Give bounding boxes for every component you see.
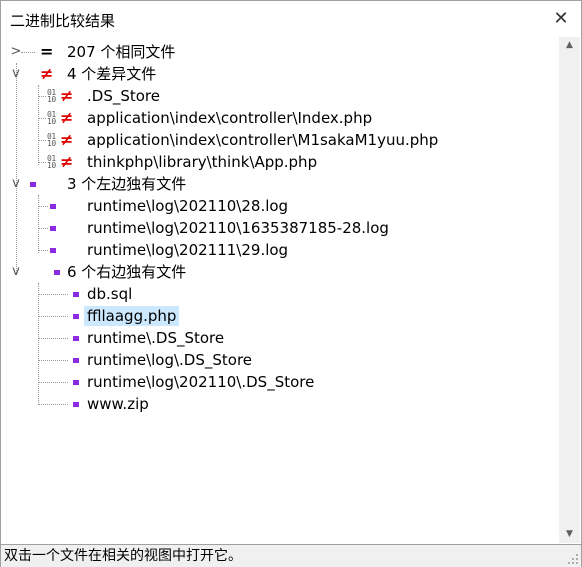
resize-grip-icon[interactable] <box>567 553 579 565</box>
list-item[interactable]: 01 10 ≠ thinkphp\library\think\App.php <box>2 151 559 173</box>
group-identical[interactable]: > = 207 个相同文件 <box>2 41 559 63</box>
right-only-marker-icon <box>73 314 79 319</box>
file-name: runtime\log\.DS_Store <box>87 351 253 369</box>
close-icon[interactable]: ✕ <box>547 6 575 32</box>
not-equal-icon: ≠ <box>60 130 74 149</box>
results-tree[interactable]: > = 207 个相同文件 v ≠ 4 个差异文件 01 10 ≠ .DS_Sto… <box>2 37 559 543</box>
file-name: thinkphp\library\think\App.php <box>87 153 318 171</box>
binary-file-icon: 01 10 <box>47 132 56 148</box>
right-only-marker-icon <box>73 380 79 385</box>
file-name: runtime\log\202110\1635387185-28.log <box>87 219 389 237</box>
list-item[interactable]: runtime\.DS_Store <box>2 327 559 349</box>
group-different[interactable]: v ≠ 4 个差异文件 <box>2 63 559 85</box>
file-name-selected: ffllaagg.php <box>84 306 180 326</box>
chevron-down-icon[interactable]: v <box>9 66 23 82</box>
list-item[interactable]: www.zip <box>2 393 559 415</box>
group-left-only[interactable]: v 3 个左边独有文件 <box>2 173 559 195</box>
list-item[interactable]: runtime\log\202110\1635387185-28.log <box>2 217 559 239</box>
list-item[interactable]: runtime\log\.DS_Store <box>2 349 559 371</box>
equal-icon: = <box>40 42 54 61</box>
chevron-down-icon[interactable]: v <box>9 264 23 280</box>
binary-file-icon: 01 10 <box>47 110 56 126</box>
binary-file-icon: 01 10 <box>47 154 56 170</box>
vertical-scrollbar[interactable]: ▲ ▼ <box>559 37 580 543</box>
left-only-marker-icon <box>30 182 36 187</box>
list-item[interactable]: db.sql <box>2 283 559 305</box>
group-label: 207 个相同文件 <box>67 43 176 61</box>
right-only-marker-icon <box>73 358 79 363</box>
file-name: application\index\controller\Index.php <box>87 109 373 127</box>
titlebar: 二进制比较结果 ✕ <box>1 1 581 37</box>
group-label: 3 个左边独有文件 <box>67 175 187 193</box>
status-bar: 双击一个文件在相关的视图中打开它。 <box>1 544 581 567</box>
chevron-right-icon[interactable]: > <box>9 44 23 60</box>
file-name: runtime\log\202111\29.log <box>87 241 289 259</box>
list-item[interactable]: 01 10 ≠ application\index\controller\Inde… <box>2 107 559 129</box>
file-name: .DS_Store <box>87 87 160 105</box>
not-equal-icon: ≠ <box>60 86 74 105</box>
scroll-up-icon[interactable]: ▲ <box>559 37 580 54</box>
file-name: runtime\log\202110\28.log <box>87 197 289 215</box>
binary-compare-window: 二进制比较结果 ✕ > = 207 个相同文件 v ≠ 4 个差异文件 01 1… <box>0 0 582 567</box>
file-name: db.sql <box>87 285 133 303</box>
file-name: runtime\.DS_Store <box>87 329 225 347</box>
group-label: 6 个右边独有文件 <box>67 263 187 281</box>
not-equal-icon: ≠ <box>60 108 74 127</box>
not-equal-icon: ≠ <box>60 152 74 171</box>
right-only-marker-icon <box>54 270 60 275</box>
scroll-down-icon[interactable]: ▼ <box>559 526 580 543</box>
right-only-marker-icon <box>73 402 79 407</box>
group-label: 4 个差异文件 <box>67 65 157 83</box>
list-item[interactable]: runtime\log\202111\29.log <box>2 239 559 261</box>
file-name: runtime\log\202110\.DS_Store <box>87 373 315 391</box>
left-only-marker-icon <box>50 248 56 253</box>
group-right-only[interactable]: v 6 个右边独有文件 <box>2 261 559 283</box>
list-item[interactable]: 01 10 ≠ .DS_Store <box>2 85 559 107</box>
list-item[interactable]: ffllaagg.php <box>2 305 559 327</box>
file-name: www.zip <box>87 395 149 413</box>
file-name: application\index\controller\M1sakaM1yuu… <box>87 131 439 149</box>
left-only-marker-icon <box>50 226 56 231</box>
window-title: 二进制比较结果 <box>10 12 116 30</box>
list-item[interactable]: runtime\log\202110\28.log <box>2 195 559 217</box>
right-only-marker-icon <box>73 336 79 341</box>
list-item[interactable]: 01 10 ≠ application\index\controller\M1sa… <box>2 129 559 151</box>
right-only-marker-icon <box>73 292 79 297</box>
status-text: 双击一个文件在相关的视图中打开它。 <box>4 548 242 564</box>
chevron-down-icon[interactable]: v <box>9 176 23 192</box>
not-equal-icon: ≠ <box>40 64 54 83</box>
binary-file-icon: 01 10 <box>47 88 56 104</box>
left-only-marker-icon <box>50 204 56 209</box>
list-item[interactable]: runtime\log\202110\.DS_Store <box>2 371 559 393</box>
